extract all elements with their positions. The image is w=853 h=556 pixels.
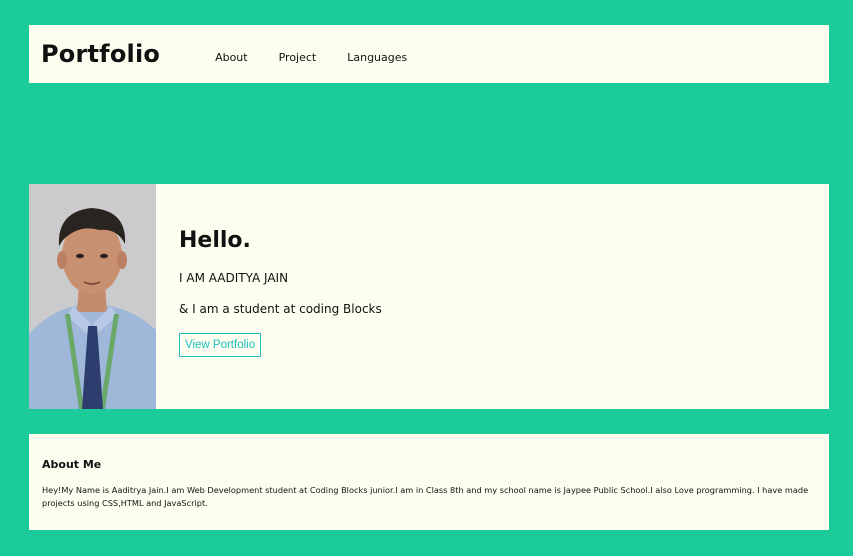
nav-links: About Project Languages (215, 51, 438, 64)
brand-logo[interactable]: Portfolio (41, 40, 160, 68)
navbar: Portfolio About Project Languages (29, 25, 829, 83)
hero-text: Hello. I AM AADITYA JAIN & I am a studen… (179, 228, 382, 357)
profile-photo (29, 184, 156, 409)
view-portfolio-button[interactable]: View Portfolio (179, 333, 262, 357)
hero-tagline: & I am a student at coding Blocks (179, 302, 382, 316)
profile-photo-illustration (29, 184, 156, 409)
about-title: About Me (42, 458, 102, 471)
hero-name-line: I AM AADITYA JAIN (179, 271, 289, 285)
hero-section: Hello. I AM AADITYA JAIN & I am a studen… (29, 184, 829, 409)
about-section: About Me Hey!My Name is Aaditrya Jain.I … (29, 434, 829, 530)
about-body: Hey!My Name is Aaditrya Jain.I am Web De… (42, 485, 809, 508)
nav-link-languages[interactable]: Languages (347, 51, 407, 64)
hero-greeting: Hello. (179, 228, 251, 253)
nav-link-project[interactable]: Project (279, 51, 317, 64)
nav-link-about[interactable]: About (215, 51, 248, 64)
